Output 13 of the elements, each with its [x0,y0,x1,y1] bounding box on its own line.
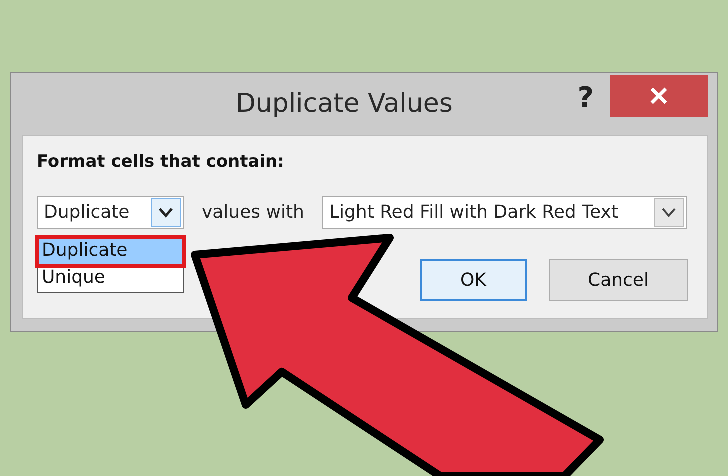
close-icon [650,87,668,105]
format-dropdown[interactable]: Light Red Fill with Dark Red Text [322,196,688,229]
dialog-button[interactable]: Cancel [549,259,688,301]
chevron-icon[interactable] [654,198,684,227]
close-button[interactable] [610,75,708,117]
dialog-button[interactable]: OK [420,259,527,301]
dropdown-option[interactable]: Duplicate [38,238,183,265]
connector-text: values with [202,202,304,223]
help-button[interactable]: ? [578,75,610,114]
window-title: Duplicate Values [234,88,454,119]
format-label: Format cells that contain: [37,152,286,172]
type-dropdown[interactable]: Duplicate [37,196,184,229]
chevron-icon[interactable] [151,198,181,227]
